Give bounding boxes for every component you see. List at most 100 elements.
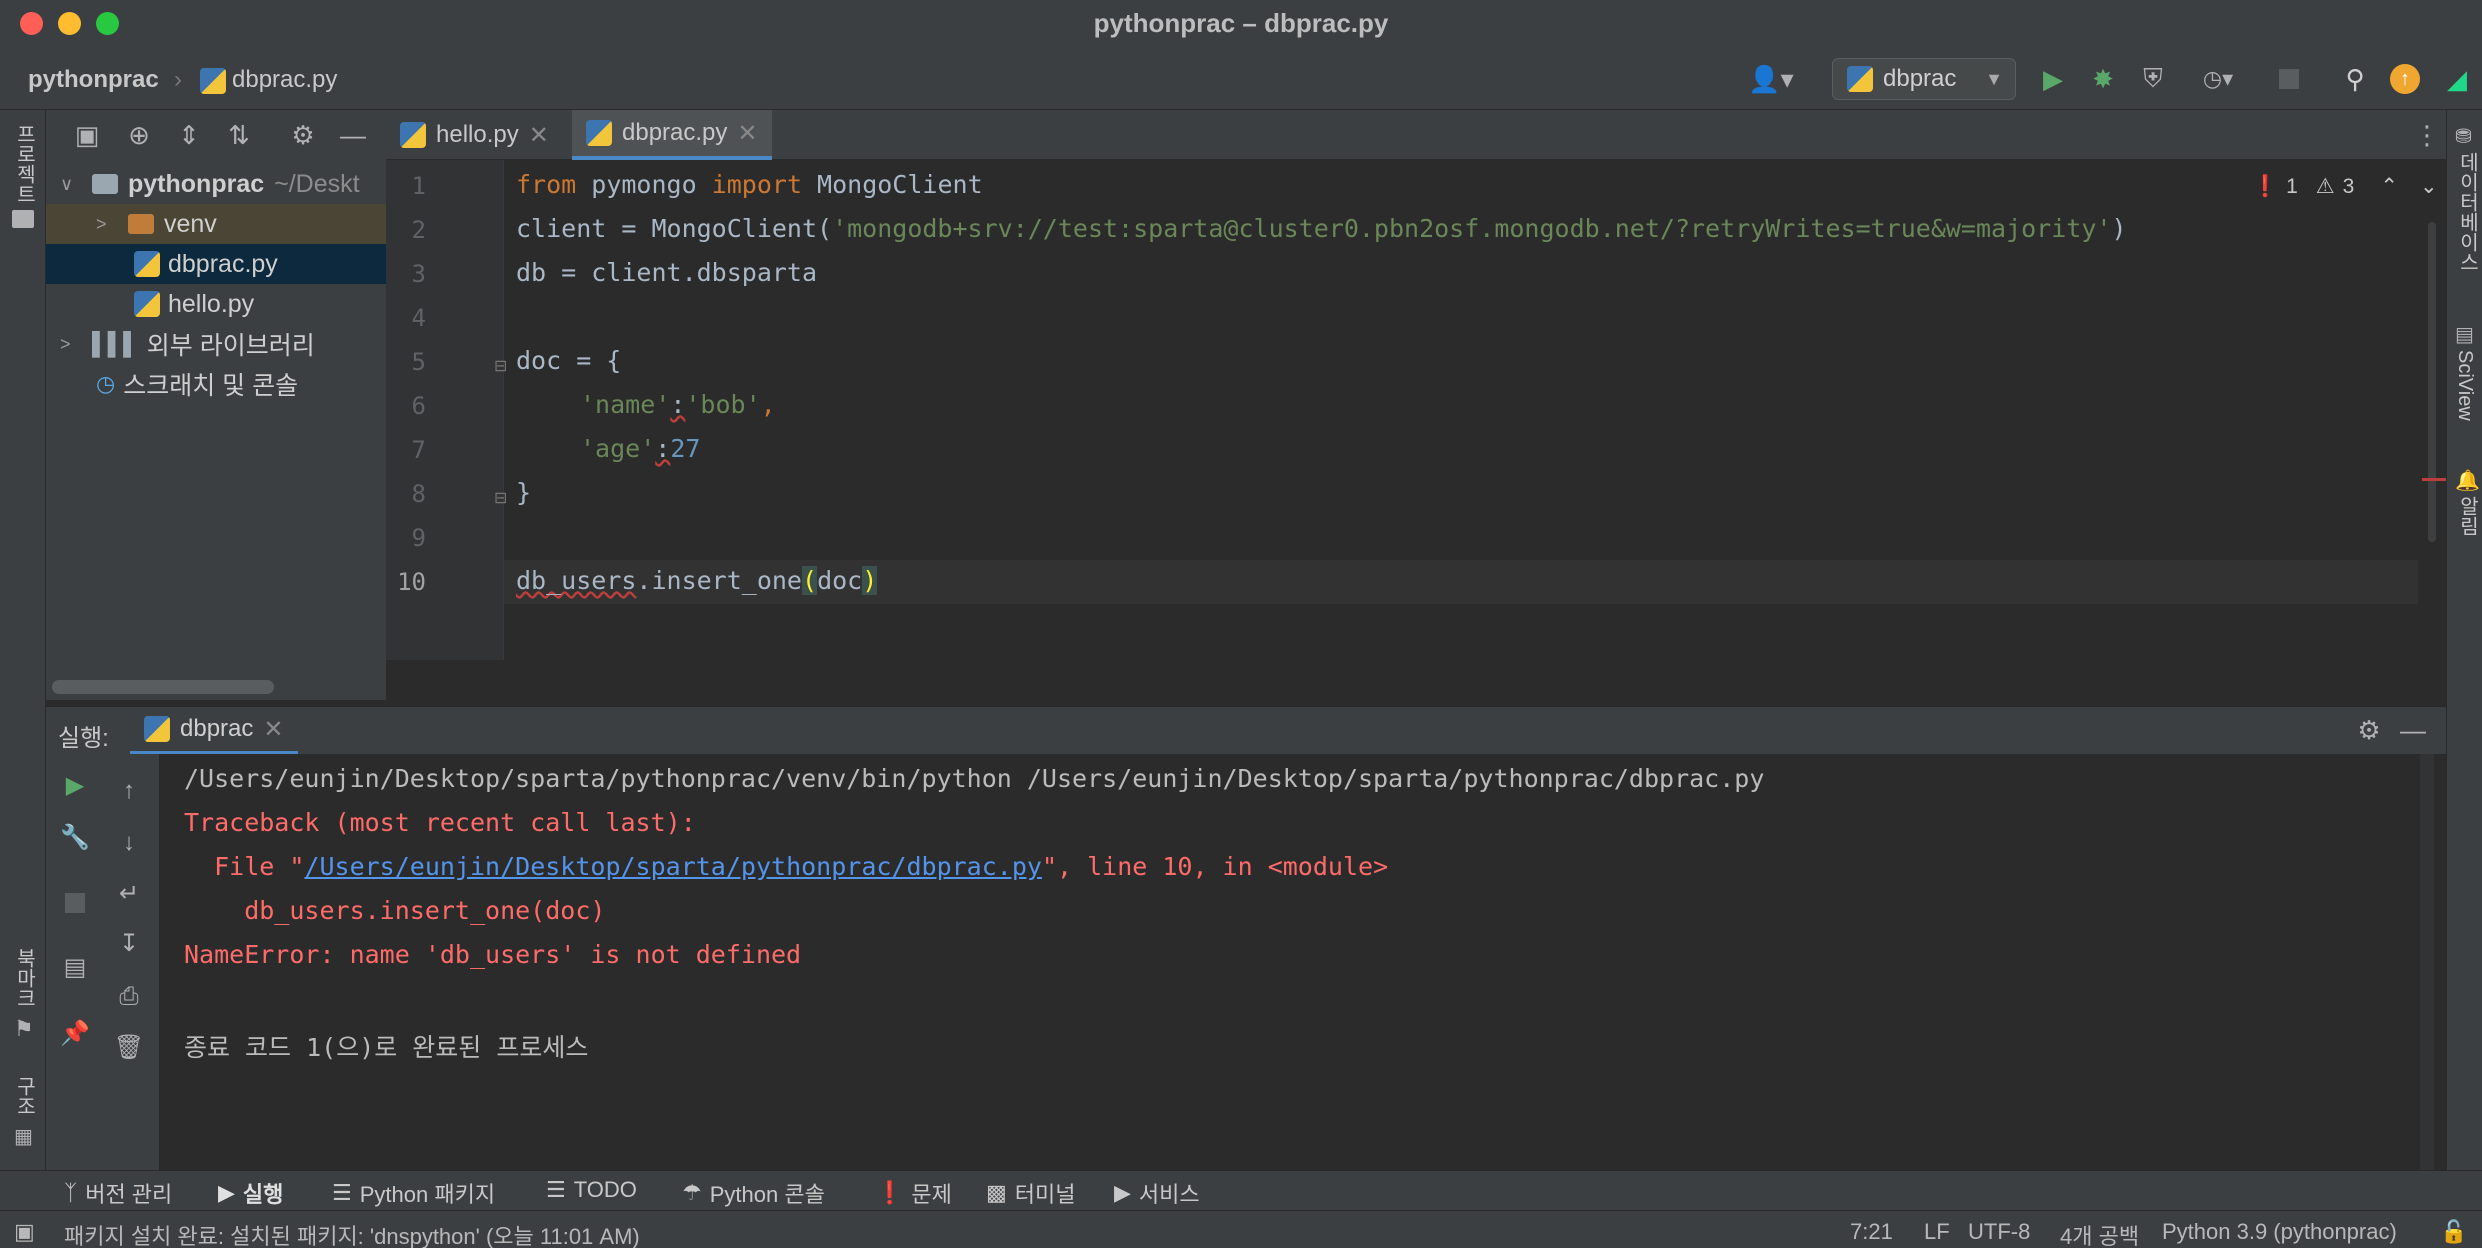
line-separator[interactable]: LF: [1924, 1219, 1950, 1245]
search-icon[interactable]: ⚲: [2338, 62, 2372, 96]
vertical-scrollbar[interactable]: [2428, 222, 2436, 542]
python-interpreter[interactable]: Python 3.9 (pythonprac): [2162, 1219, 2397, 1245]
print-icon[interactable]: ⎙: [112, 980, 146, 1014]
fold-icon[interactable]: ⊟: [494, 488, 507, 508]
database-tool-tab[interactable]: 데이터베이스: [2453, 152, 2482, 272]
breadcrumb-project[interactable]: pythonprac: [28, 66, 159, 94]
console-file-link[interactable]: /Users/eunjin/Desktop/sparta/pythonprac/…: [304, 852, 1042, 881]
expand-all-icon[interactable]: ⇕: [172, 118, 206, 152]
gear-icon[interactable]: ⚙: [2352, 713, 2386, 747]
more-options-icon[interactable]: ⋮: [2410, 118, 2444, 152]
error-stripe-marker[interactable]: [2422, 478, 2446, 481]
structure-tool-tab[interactable]: 구조: [10, 1076, 39, 1116]
tree-root[interactable]: ∨ pythonprac ~/Deskt: [46, 164, 386, 204]
jetbrains-icon[interactable]: ◢: [2440, 62, 2474, 96]
line-number: 6: [411, 392, 426, 420]
line-number: 9: [411, 524, 426, 552]
tab-hello[interactable]: hello.py ✕: [386, 110, 563, 160]
sciview-tool-tab[interactable]: SciView: [2453, 350, 2476, 421]
tool-tab-python-packages[interactable]: ☰ Python 패키지: [332, 1177, 495, 1209]
indent-setting[interactable]: 4개 공백: [2060, 1219, 2139, 1248]
scroll-down-icon[interactable]: ↓: [112, 826, 146, 860]
tree-item-dbprac[interactable]: dbprac.py: [46, 244, 386, 284]
code-line-1: from pymongo import MongoClient: [516, 170, 983, 199]
tab-dbprac[interactable]: dbprac.py ✕: [572, 110, 772, 160]
run-icon: ▶: [218, 1180, 235, 1205]
tree-root-label: pythonprac: [128, 169, 265, 198]
run-config-selector[interactable]: dbprac ▼: [1832, 58, 2016, 100]
list-icon: ☰: [546, 1177, 566, 1202]
notifications-tool-tab[interactable]: 알림: [2453, 496, 2482, 536]
status-message[interactable]: 패키지 설치 완료: 설치된 패키지: 'dnspython' (오늘 11:0…: [64, 1219, 640, 1248]
chevron-up-icon[interactable]: ⌃: [2380, 174, 2398, 199]
debug-icon[interactable]: ✸: [2086, 62, 2120, 96]
file-encoding[interactable]: UTF-8: [1968, 1219, 2030, 1245]
wrench-icon[interactable]: 🔧: [58, 820, 92, 854]
scroll-up-icon[interactable]: ↑: [112, 774, 146, 808]
layout-icon[interactable]: ▤: [58, 950, 92, 984]
trash-icon[interactable]: 🗑: [112, 1030, 146, 1064]
lock-icon[interactable]: 🔓: [2440, 1219, 2467, 1245]
chevron-down-icon: ▼: [1985, 68, 2003, 89]
tool-tab-python-console[interactable]: ☂ Python 콘솔: [682, 1177, 825, 1209]
breadcrumb-file[interactable]: dbprac.py: [232, 66, 337, 94]
stop-icon[interactable]: [58, 886, 92, 920]
horizontal-scrollbar[interactable]: [52, 680, 274, 694]
project-tool-tab[interactable]: 프로젝트: [10, 124, 39, 204]
chevron-down-icon[interactable]: ⌄: [2420, 174, 2438, 199]
console-file-line: File "/Users/eunjin/Desktop/sparta/pytho…: [184, 852, 1389, 881]
code-line-10: db_users.insert_one(doc): [516, 566, 878, 595]
update-icon[interactable]: ↑: [2388, 62, 2422, 96]
tree-item-external-libraries[interactable]: > ▌▌▌ 외부 라이브러리: [46, 324, 386, 364]
structure-icon: ▦: [14, 1126, 33, 1148]
run-tab-dbprac[interactable]: dbprac ✕: [130, 707, 298, 755]
tool-tab-terminal[interactable]: ▩ 터미널: [986, 1177, 1076, 1209]
tree-item-scratches[interactable]: ◷ 스크래치 및 콘솔: [46, 364, 386, 404]
fold-icon[interactable]: ⊟: [494, 356, 507, 376]
bookmarks-tool-tab[interactable]: 북마크: [10, 948, 39, 1008]
close-icon[interactable]: ✕: [529, 121, 549, 150]
python-file-icon: [200, 68, 226, 99]
run-icon[interactable]: ▶: [2036, 62, 2070, 96]
locate-file-icon[interactable]: ⊕: [122, 118, 156, 152]
hide-panel-icon[interactable]: —: [2396, 713, 2430, 747]
run-console[interactable]: ▶ 🔧 ▤ 📌 ↑ ↓ ↵ ↧ ⎙ 🗑 /Users/eunjin/Deskto…: [46, 754, 2446, 1170]
collapse-all-icon[interactable]: ⇅: [222, 118, 256, 152]
tool-tab-vcs[interactable]: ᛉ 버전 관리: [64, 1177, 172, 1209]
scroll-to-end-icon[interactable]: ↧: [112, 926, 146, 960]
hide-panel-icon[interactable]: —: [336, 118, 370, 152]
soft-wrap-icon[interactable]: ↵: [112, 876, 146, 910]
status-panel-icon[interactable]: ▣: [14, 1219, 35, 1245]
caret-position[interactable]: 7:21: [1850, 1219, 1893, 1245]
console-scrollbar[interactable]: [2420, 754, 2434, 1170]
tool-tab-run[interactable]: ▶ 실행: [218, 1177, 283, 1209]
close-icon[interactable]: ✕: [737, 119, 757, 148]
gear-icon[interactable]: ⚙: [286, 118, 320, 152]
console-exit-message: 종료 코드 1(으)로 완료된 프로세스: [184, 1033, 589, 1062]
rerun-icon[interactable]: ▶: [58, 768, 92, 802]
pin-icon[interactable]: 📌: [58, 1016, 92, 1050]
scratch-icon: ◷: [96, 371, 116, 396]
close-icon[interactable]: ✕: [263, 715, 283, 744]
sciview-icon: ▤: [2455, 324, 2474, 346]
bookmark-icon: ⚑: [14, 1016, 34, 1041]
folder-icon: [128, 214, 154, 234]
account-icon[interactable]: 👤▾: [1744, 62, 1798, 96]
panel-options-icon[interactable]: ▣: [70, 118, 104, 152]
tree-item-hello[interactable]: hello.py: [46, 284, 386, 324]
profile-icon[interactable]: ◷▾: [2188, 62, 2248, 96]
tab-label: dbprac.py: [622, 119, 728, 146]
stop-icon[interactable]: [2272, 62, 2306, 96]
tree-item-venv[interactable]: > venv: [46, 204, 386, 244]
line-number: 3: [411, 260, 426, 288]
line-gutter: 1 2 3 4 5 6 7 8 9 10 ⊟ ⊟: [386, 160, 507, 660]
inspection-widget[interactable]: ❗ 1 ⚠ 3 ⌃ ⌄: [2252, 174, 2438, 199]
tool-tab-services[interactable]: ▶ 서비스: [1114, 1177, 1200, 1209]
code-editor[interactable]: 1 2 3 4 5 6 7 8 9 10 ⊟ ⊟ from pymongo im…: [386, 160, 2446, 660]
tool-tab-todo[interactable]: ☰ TODO: [546, 1177, 637, 1203]
library-icon: ▌▌▌: [92, 331, 139, 356]
python-file-icon: [134, 251, 160, 277]
coverage-icon[interactable]: ⛨: [2136, 62, 2170, 96]
tool-tab-problems[interactable]: ❗ 문제: [876, 1177, 952, 1209]
tree-root-path: ~/Deskt: [274, 169, 360, 198]
